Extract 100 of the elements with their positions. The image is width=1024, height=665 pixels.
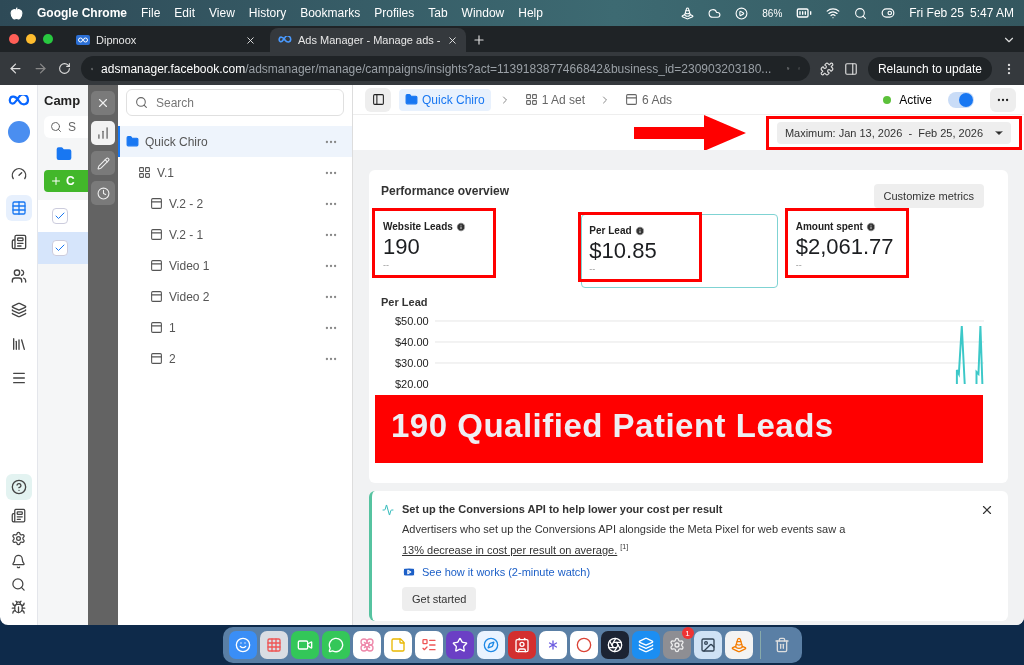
close-icon[interactable] <box>980 503 994 517</box>
compass-app-icon[interactable] <box>476 631 505 659</box>
flower-app-icon[interactable] <box>352 631 381 659</box>
menu-item[interactable]: Tab <box>428 6 448 20</box>
wifi-icon[interactable] <box>826 6 841 20</box>
grid-icon <box>524 93 538 106</box>
checklist-app-icon[interactable] <box>414 631 443 659</box>
menu-item[interactable]: Bookmarks <box>300 6 361 20</box>
info-icon[interactable] <box>634 225 645 236</box>
bug-icon[interactable] <box>11 600 26 615</box>
notepad-app-icon[interactable] <box>383 631 412 659</box>
get-started-button[interactable]: Get started <box>402 586 477 611</box>
page-title: Camp <box>44 93 82 108</box>
ad-icon <box>625 93 639 106</box>
breadcrumb-link[interactable]: 6 Ads <box>619 88 679 111</box>
control-center-icon[interactable] <box>881 6 896 20</box>
side-panel-icon[interactable] <box>843 61 858 76</box>
forward-icon[interactable] <box>33 61 48 76</box>
menu-icon[interactable] <box>10 370 27 386</box>
toggle-switch[interactable] <box>948 91 974 108</box>
face-app-icon[interactable] <box>228 631 257 659</box>
checkbox[interactable] <box>52 240 68 256</box>
back-icon[interactable] <box>8 61 23 76</box>
database-icon[interactable] <box>10 336 27 352</box>
metric-tile[interactable]: Amount spent $2,061.77 -- <box>787 210 984 284</box>
infinity-logo-icon[interactable] <box>7 95 30 107</box>
bell-icon[interactable] <box>11 554 26 569</box>
search-icon[interactable] <box>854 6 868 20</box>
ad-icon <box>150 290 163 303</box>
search-field[interactable]: Search <box>126 89 344 116</box>
circle-app-icon[interactable] <box>569 631 598 659</box>
grid-app-icon[interactable] <box>259 631 288 659</box>
pages-icon[interactable] <box>10 234 27 250</box>
people-icon[interactable] <box>10 268 27 284</box>
play-icon[interactable] <box>735 6 749 20</box>
tip-text: Advertisers who set up the Conversions API alongside the Meta Pixel for web events saw a 13% decrease in cost per result on average. $^{[1]}$ <box>402 522 847 558</box>
address-field[interactable]: adsmanager.facebook.com/adsmanager/manage/campaigns/insights?act=1139183877466842&business_id=230903203180... <box>81 56 810 81</box>
close-icon[interactable] <box>447 34 458 46</box>
new-tab-icon[interactable] <box>472 33 486 47</box>
picture-app-icon[interactable] <box>693 631 722 659</box>
edit-icon[interactable] <box>96 156 110 170</box>
menu-item[interactable]: File <box>141 6 161 20</box>
menu-item[interactable]: Edit <box>174 6 196 20</box>
relaunch-button[interactable]: Relaunch to update <box>867 56 992 81</box>
browser-tab[interactable]: Ads Manager - Manage ads - <box>270 28 466 52</box>
tree-item[interactable]: Quick Chiro <box>118 126 352 157</box>
axis-tick-label: $30.00 <box>395 356 429 370</box>
stack-icon[interactable] <box>10 302 27 318</box>
reload-icon[interactable] <box>58 62 71 75</box>
customize-metrics-button[interactable]: Customize metrics <box>873 184 984 208</box>
app-menu[interactable]: Google Chrome <box>37 6 127 20</box>
traffic-cone-app-icon[interactable] <box>724 631 753 659</box>
stat-link[interactable]: 13% decrease in cost per result on average. <box>402 543 618 556</box>
checkbox[interactable] <box>52 208 68 224</box>
menu-item[interactable]: Profiles <box>374 6 415 20</box>
menu-item[interactable]: Help <box>518 6 543 20</box>
aperture-app-icon[interactable] <box>600 631 629 659</box>
clock-icon[interactable] <box>96 186 110 200</box>
metric-label: Amount spent <box>795 221 898 232</box>
breadcrumb-link[interactable]: 1 Ad set <box>518 88 592 111</box>
line-chart-drawing <box>955 325 984 384</box>
metric-tile[interactable]: Per Lead $10.85 -- <box>581 214 778 288</box>
settings-icon[interactable] <box>11 531 26 546</box>
search-field[interactable]: S <box>44 116 88 138</box>
axis-tick-label: $40.00 <box>395 335 429 349</box>
menu-item[interactable]: History <box>248 6 287 20</box>
video-camera-app-icon[interactable] <box>290 631 319 659</box>
extension-icon[interactable] <box>819 61 834 76</box>
folder-icon[interactable] <box>56 146 72 162</box>
gear-app-icon[interactable] <box>662 631 691 659</box>
info-icon[interactable] <box>455 221 466 232</box>
cloud-icon[interactable] <box>708 6 722 20</box>
help-icon[interactable] <box>10 479 27 495</box>
asterisk-app-icon[interactable] <box>538 631 567 659</box>
metric-tile[interactable]: Website Leads 190 -- <box>375 210 572 284</box>
video-link[interactable]: See how it works (2-minute watch) <box>402 564 972 579</box>
battery-icon[interactable] <box>796 5 813 21</box>
table-icon[interactable] <box>10 200 27 216</box>
search-icon[interactable] <box>11 577 26 592</box>
close-icon[interactable] <box>245 34 256 46</box>
traffic-cone-icon[interactable] <box>681 6 695 20</box>
card-app-icon[interactable] <box>507 631 536 659</box>
menu-item[interactable]: View <box>209 6 235 20</box>
menu-item[interactable]: Window <box>461 6 505 20</box>
sidebar-toggle-button[interactable] <box>365 87 391 112</box>
clock-time[interactable]: 5:47 AM <box>969 6 1014 20</box>
star-app-icon[interactable] <box>445 631 474 659</box>
chat-bubble-app-icon[interactable] <box>321 631 350 659</box>
window-controls-icon[interactable] <box>8 33 54 45</box>
clock-date[interactable]: Fri Feb 25 <box>909 6 964 20</box>
avatar[interactable] <box>7 121 30 143</box>
news-icon[interactable] <box>11 508 26 523</box>
gauge-icon[interactable] <box>10 166 27 182</box>
apple-icon[interactable] <box>10 6 23 20</box>
breadcrumb-link[interactable]: Quick Chiro <box>399 88 491 111</box>
date-range-button[interactable]: Maximum: Jan 13, 2026 - Feb 25, 2026 <box>776 121 1011 144</box>
info-icon[interactable] <box>865 221 876 232</box>
chart-icon[interactable] <box>96 126 110 140</box>
browser-tab[interactable]: Dipnoox <box>68 28 264 52</box>
site-logo-icon <box>76 35 90 45</box>
